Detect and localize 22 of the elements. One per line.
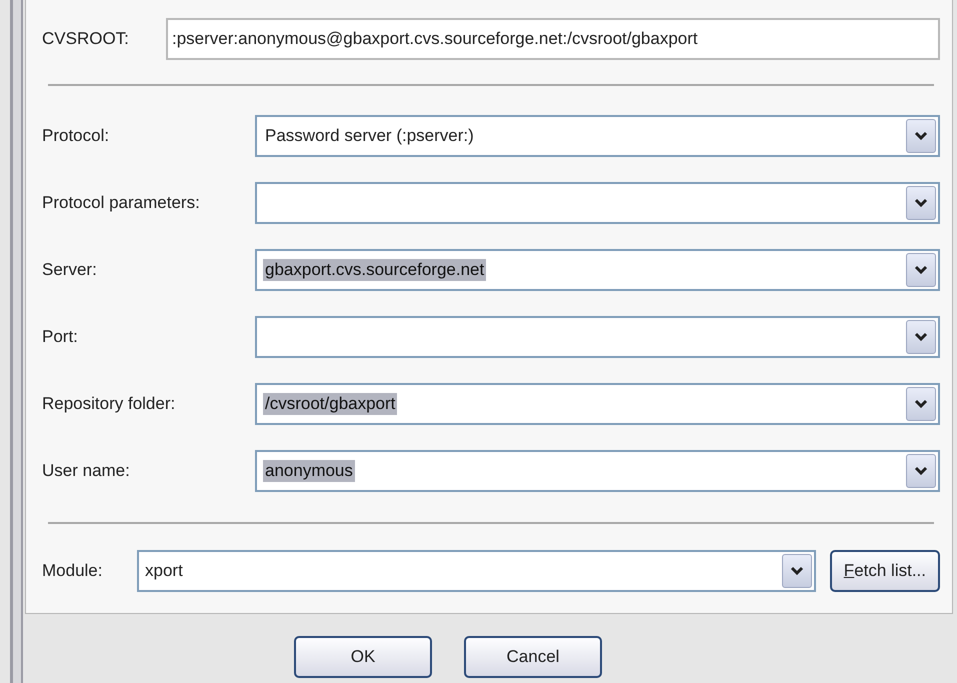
combo-box[interactable]: Password server (:pserver:) [255,115,940,157]
fetch-list-button[interactable]: Fetch list... [830,550,940,592]
combo-value: /cvsroot/gbaxport [263,393,398,415]
field-label: Protocol parameters: [42,193,201,213]
combo-value: gbaxport.cvs.sourceforge.net [263,259,486,281]
dialog-button[interactable]: Cancel [464,636,602,678]
field-label: Repository folder: [42,394,176,414]
combo-value: xport [144,560,184,582]
cvsroot-field[interactable]: :pserver:anonymous@gbaxport.cvs.sourceforge.net:/cvsroot/gbaxport [166,18,940,60]
field-label: Server: [42,260,98,280]
field-label: Port: [42,327,79,347]
combo-box[interactable]: anonymous [255,450,940,492]
combo-value: Password server (:pserver:) [264,125,475,147]
field-label: Protocol: [42,126,110,146]
combo-box[interactable]: /cvsroot/gbaxport [255,383,940,425]
dialog-button[interactable]: OK [294,636,432,678]
combo-value: anonymous [263,460,355,482]
field-label: User name: [42,461,131,481]
module-label: Module: [42,561,104,581]
combo-box[interactable]: gbaxport.cvs.sourceforge.net [255,249,940,291]
cvsroot-label: CVSROOT: [42,29,130,49]
module-combo-box[interactable]: xport [137,550,816,592]
